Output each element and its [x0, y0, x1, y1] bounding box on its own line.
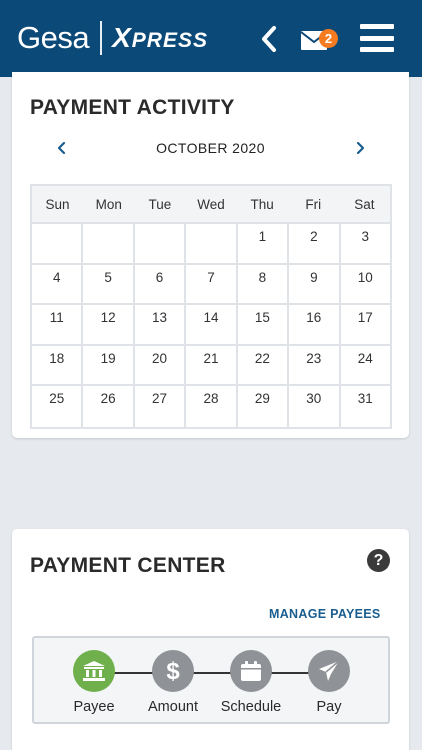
payment-activity-card: PAYMENT ACTIVITY OCTOBER 2020 Sun Mon Tu…: [12, 72, 409, 438]
calendar-day-cell[interactable]: 21: [186, 345, 238, 384]
calendar-day-cell[interactable]: 26: [83, 386, 135, 427]
weekday-label: Thu: [250, 196, 274, 212]
hamburger-menu-icon: [360, 24, 394, 29]
calendar-weekday-header: Sun Mon Tue Wed Thu Fri Sat: [32, 186, 390, 224]
chevron-right-icon: [356, 141, 365, 155]
step-label: Schedule: [220, 699, 282, 715]
brand-press-letters: PRESS: [131, 29, 208, 52]
calendar-day-cell[interactable]: 10: [341, 265, 390, 304]
bank-icon: [83, 661, 105, 681]
calendar-icon: [241, 661, 261, 681]
calendar-day-cell[interactable]: 15: [238, 305, 290, 344]
brand-gesa-text: Gesa: [17, 20, 90, 55]
step-label: Payee: [73, 699, 115, 715]
menu-button[interactable]: [360, 22, 394, 54]
step-amount[interactable]: $ Amount: [133, 650, 213, 715]
calendar-day-cell: [186, 224, 238, 263]
dollar-icon: $: [166, 658, 180, 684]
payment-center-card: PAYMENT CENTER ? MANAGE PAYEES Payee $ A…: [12, 529, 409, 750]
calendar-day-cell[interactable]: 30: [289, 386, 341, 427]
step-pay[interactable]: Pay: [289, 650, 369, 715]
calendar-day-cell[interactable]: 24: [341, 346, 390, 385]
messages-button[interactable]: 2: [300, 27, 340, 53]
back-button[interactable]: [256, 24, 282, 54]
weekday-label: Sun: [45, 196, 70, 212]
calendar-day-cell[interactable]: 4: [32, 264, 84, 303]
calendar-day-cell[interactable]: 14: [186, 305, 238, 344]
paper-plane-icon: [319, 660, 340, 681]
calendar-day-cell: [32, 224, 84, 263]
weekday-label: Mon: [95, 196, 122, 212]
step-schedule[interactable]: Schedule: [211, 650, 291, 715]
calendar-day-cell[interactable]: 18: [32, 345, 84, 384]
calendar-day-cell: [135, 224, 187, 263]
calendar-day-cell[interactable]: 27: [135, 386, 187, 427]
calendar-week-row: 1 2 3: [32, 224, 390, 265]
payment-activity-title: PAYMENT ACTIVITY: [30, 96, 235, 119]
weekday-label: Wed: [197, 196, 225, 212]
brand-x-letter: X: [112, 22, 131, 53]
calendar-day-cell[interactable]: 13: [135, 305, 187, 344]
weekday-label: Sat: [354, 196, 375, 212]
calendar-grid: Sun Mon Tue Wed Thu Fri Sat 1 2 3 4 5 6 …: [30, 184, 392, 429]
svg-text:$: $: [166, 658, 180, 684]
calendar-day-cell[interactable]: 25: [32, 386, 84, 427]
calendar-week-row: 4 5 6 7 8 9 10: [32, 264, 390, 305]
brand-logo: Gesa X PRESS: [17, 20, 208, 56]
step-payee[interactable]: Payee: [54, 650, 134, 715]
calendar-day-cell[interactable]: 9: [289, 264, 341, 303]
payment-center-title: PAYMENT CENTER: [30, 554, 226, 577]
calendar-day-cell[interactable]: 1: [238, 224, 290, 263]
calendar-day-cell[interactable]: 31: [341, 386, 390, 427]
next-month-button[interactable]: [350, 138, 370, 158]
weekday-label: Fri: [305, 196, 322, 212]
calendar-nav: OCTOBER 2020: [12, 138, 409, 158]
calendar-day-cell: [83, 224, 135, 263]
calendar-day-cell[interactable]: 7: [186, 264, 238, 303]
brand-xpress-text: X PRESS: [112, 22, 208, 54]
app-header: Gesa X PRESS 2: [0, 0, 422, 77]
chevron-left-icon: [262, 26, 276, 52]
calendar-day-cell[interactable]: 23: [289, 345, 341, 384]
calendar-day-cell[interactable]: 28: [186, 386, 238, 427]
unread-count-badge: 2: [319, 29, 338, 48]
calendar-day-cell[interactable]: 12: [83, 305, 135, 344]
calendar-day-cell[interactable]: 29: [238, 386, 290, 427]
calendar-day-cell[interactable]: 22: [238, 345, 290, 384]
calendar-day-cell[interactable]: 5: [83, 264, 135, 303]
weekday-label: Tue: [148, 196, 172, 212]
calendar-day-cell[interactable]: 20: [135, 345, 187, 384]
calendar-day-cell[interactable]: 11: [32, 305, 84, 344]
manage-payees-link[interactable]: MANAGE PAYEES: [269, 607, 381, 621]
calendar-week-row: 18 19 20 21 22 23 24: [32, 345, 390, 386]
step-label: Pay: [316, 699, 342, 715]
step-label: Amount: [148, 699, 198, 715]
brand-divider: [100, 21, 103, 55]
payment-steps: Payee $ Amount Schedule Pay: [32, 636, 390, 724]
help-icon[interactable]: ?: [367, 549, 390, 572]
calendar-day-cell[interactable]: 19: [83, 345, 135, 384]
calendar-day-cell[interactable]: 17: [341, 305, 390, 344]
calendar-day-cell[interactable]: 3: [341, 224, 390, 263]
calendar-week-row: 11 12 13 14 15 16 17: [32, 305, 390, 346]
calendar-day-cell[interactable]: 2: [289, 224, 341, 263]
calendar-week-row: 25 26 27 28 29 30 31: [32, 386, 390, 427]
calendar-day-cell[interactable]: 16: [289, 305, 341, 344]
calendar-day-cell[interactable]: 6: [135, 264, 187, 303]
calendar-day-cell[interactable]: 8: [238, 264, 290, 303]
